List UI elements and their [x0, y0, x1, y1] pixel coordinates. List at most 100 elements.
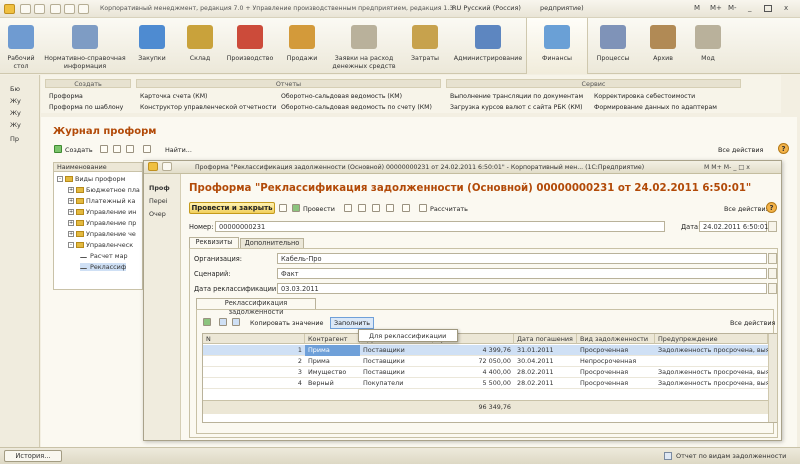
structure-icon[interactable]	[344, 204, 352, 212]
reclass-date-field[interactable]: 03.03.2011	[277, 283, 767, 294]
column-header[interactable]: Контрагент	[305, 334, 360, 344]
action-load-rates[interactable]: Загрузка курсов валют с сайта РБК (КМ)	[450, 104, 583, 111]
scenario-select-button[interactable]	[768, 268, 777, 279]
section-administration[interactable]: Администрирование	[450, 18, 526, 74]
journal-all-actions[interactable]: Все действия	[718, 146, 763, 154]
cell-kind[interactable]: Просроченная	[577, 378, 655, 389]
org-select-button[interactable]	[768, 253, 777, 264]
cell-date[interactable]: 31.01.2011	[514, 345, 577, 356]
delete-icon[interactable]	[126, 145, 134, 153]
cell-warn[interactable]	[655, 356, 768, 367]
action-report-builder[interactable]: Конструктор управленческой отчетности	[140, 104, 276, 111]
tree-item[interactable]: + Управление че	[68, 230, 136, 238]
cell-n[interactable]: 2	[203, 356, 305, 367]
action-turnover-sheet[interactable]: Оборотно-сальдовая ведомость (КМ)	[281, 93, 402, 100]
cell-sum[interactable]: 4 400,00	[433, 367, 514, 378]
table-row[interactable]: 1 Прима Поставщики 4 399,76 31.01.2011 Просро…	[203, 345, 768, 356]
section-expense-requests[interactable]: Заявки на расход денежных средств	[328, 18, 400, 74]
history-icon[interactable]	[78, 4, 89, 14]
cell-n[interactable]: 4	[203, 378, 305, 389]
help-icon[interactable]: ?	[778, 143, 789, 154]
edit-row-icon[interactable]	[203, 318, 211, 326]
cell-sum[interactable]: 5 500,00	[433, 378, 514, 389]
cell-group[interactable]: Покупатели	[360, 378, 433, 389]
tree-item[interactable]: Расчет мар	[80, 252, 128, 260]
minimize-button[interactable]: _	[748, 4, 752, 12]
fill-button[interactable]: Заполнить	[330, 317, 375, 329]
cell-contr[interactable]: Прима	[305, 356, 360, 367]
table-row[interactable]: 3 Имущество Поставщики 4 400,00 28.02.2011 Пр…	[203, 367, 768, 378]
cell-n[interactable]: 1	[203, 345, 305, 356]
cell-group[interactable]: Поставщики	[360, 356, 433, 367]
cell-group[interactable]: Поставщики	[360, 345, 433, 356]
nav-item[interactable]: Жу	[10, 97, 21, 105]
copy-value-button[interactable]: Копировать значение	[250, 319, 323, 327]
cell-date[interactable]: 28.02.2011	[514, 378, 577, 389]
grid-all-actions[interactable]: Все действия	[730, 319, 775, 327]
action-translation[interactable]: Выполнение трансляции по документам	[450, 93, 583, 100]
cell-sum[interactable]: 72 050,00	[433, 356, 514, 367]
side-nav-item[interactable]: Проф	[149, 184, 170, 192]
collapse-icon[interactable]: -	[68, 242, 74, 248]
move-up-icon[interactable]	[219, 318, 227, 326]
tree-item[interactable]: Реклассиф	[80, 263, 127, 271]
table-row[interactable]: 4 Верный Покупатели 5 500,00 28.02.2011 Проср…	[203, 378, 768, 389]
collapse-icon[interactable]: -	[57, 176, 63, 182]
report-link[interactable]: Отчет по видам задолженности	[676, 452, 786, 460]
m-button[interactable]: M	[694, 4, 700, 12]
journal-find-button[interactable]: Найти...	[165, 146, 192, 154]
cell-kind[interactable]: Просроченная	[577, 345, 655, 356]
section-costs[interactable]: Затраты	[400, 18, 450, 74]
print-icon[interactable]	[402, 204, 410, 212]
side-nav-item[interactable]: Очер	[149, 210, 166, 218]
save-icon[interactable]	[50, 4, 61, 14]
save-icon[interactable]	[279, 204, 287, 212]
journal-create-button[interactable]: Создать	[65, 146, 93, 154]
section-warehouse[interactable]: Склад	[176, 18, 224, 74]
cell-date[interactable]: 28.02.2011	[514, 367, 577, 378]
tree-item[interactable]: - Виды проформ	[57, 175, 125, 183]
nav-item[interactable]: Бю	[10, 85, 20, 93]
history-button[interactable]: История...	[4, 450, 62, 462]
language-indicator[interactable]: RU Русский (Россия)	[452, 4, 521, 12]
calendar-icon[interactable]	[768, 221, 777, 232]
tree-item[interactable]: + Бюджетное пла	[68, 186, 140, 194]
column-header[interactable]: Предупреждение	[655, 334, 768, 344]
filter-icon[interactable]	[143, 145, 151, 153]
cell-kind[interactable]: Непросроченная	[577, 356, 655, 367]
create-icon[interactable]	[54, 145, 62, 153]
dialog-all-actions[interactable]: Все действия	[724, 205, 769, 213]
org-field[interactable]: Кабель-Про	[277, 253, 767, 264]
cell-warn[interactable]: Задолженность просрочена, выясните причи…	[655, 367, 768, 378]
table-scrollbar[interactable]	[768, 334, 777, 422]
cell-group[interactable]: Поставщики	[360, 367, 433, 378]
action-proforma-template[interactable]: Проформа по шаблону	[49, 104, 123, 111]
section-production[interactable]: Производство	[224, 18, 276, 74]
cell-n[interactable]: 3	[203, 367, 305, 378]
expand-icon[interactable]: +	[68, 231, 74, 237]
expand-icon[interactable]: +	[68, 220, 74, 226]
expand-icon[interactable]: +	[68, 209, 74, 215]
move-down-icon[interactable]	[232, 318, 240, 326]
column-header[interactable]: Дата погашения	[514, 334, 577, 344]
print-icon[interactable]	[64, 4, 75, 14]
post-button[interactable]: Провести	[303, 205, 335, 213]
post-and-close-button[interactable]: Провести и закрыть	[189, 202, 275, 214]
m-plus-button[interactable]: M+	[710, 4, 722, 12]
close-button[interactable]: x	[784, 4, 788, 12]
related-icon[interactable]	[386, 204, 394, 212]
expand-icon[interactable]: +	[68, 187, 74, 193]
calculate-button[interactable]: Рассчитать	[430, 205, 468, 213]
action-proforma[interactable]: Проформа	[49, 93, 83, 100]
section-sales[interactable]: Продажи	[276, 18, 328, 74]
number-field[interactable]: 00000000231	[215, 221, 665, 232]
column-header[interactable]: N	[203, 334, 305, 344]
action-account-card[interactable]: Карточка счета (КМ)	[140, 93, 207, 100]
cell-warn[interactable]: Задолженность просрочена, выясните причи…	[655, 378, 768, 389]
date-field[interactable]: 24.02.2011 6:50:01	[699, 221, 768, 232]
nav-item[interactable]: Пр	[10, 135, 19, 143]
nav-item[interactable]: Жу	[10, 109, 21, 117]
reclass-calendar-icon[interactable]	[768, 283, 777, 294]
post-icon[interactable]	[292, 204, 300, 212]
cell-contr[interactable]: Верный	[305, 378, 360, 389]
